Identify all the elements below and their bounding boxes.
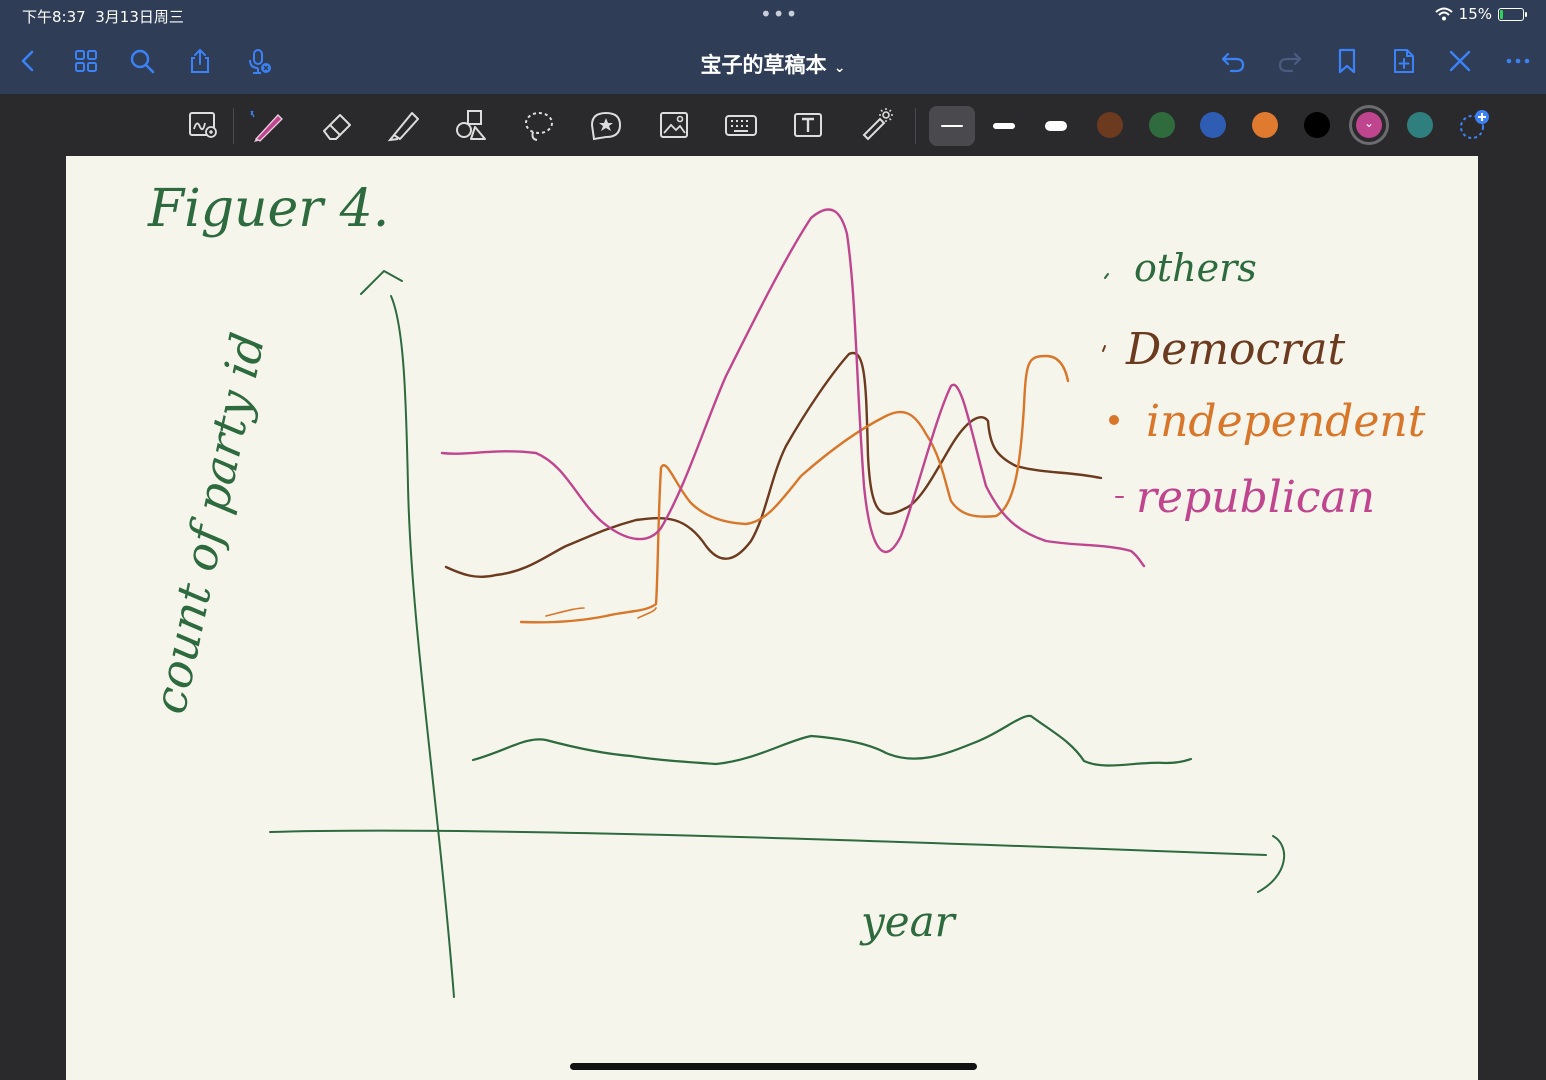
wifi-icon (1434, 7, 1453, 21)
notebook-page[interactable]: Figuer 4. count of party id year others … (66, 156, 1478, 1080)
y-axis-label: count of party id (142, 328, 275, 718)
stroke-width-medium[interactable] (981, 106, 1027, 146)
grid-icon[interactable] (70, 45, 102, 77)
color-swatch-orange[interactable] (1252, 112, 1278, 138)
chevron-down-icon[interactable]: ⌄ (834, 60, 846, 76)
more-icon[interactable] (1502, 45, 1534, 77)
color-swatch-green[interactable] (1149, 112, 1175, 138)
legend-bullet-democrat (1102, 345, 1106, 352)
keyboard-tool-icon[interactable] (721, 106, 761, 144)
legend-label-republican: republican (1136, 472, 1375, 523)
navigation-bar: 宝子的草稿本 ⌄ (0, 32, 1546, 94)
shapes-tool-icon[interactable] (451, 106, 491, 144)
eraser-tool-icon[interactable] (316, 106, 356, 144)
status-time: 下午8:37 3月13日周三 (22, 8, 184, 26)
y-axis-line (390, 295, 455, 998)
republican-ink-line (440, 208, 1146, 568)
lasso-tool-icon[interactable] (519, 106, 559, 144)
status-right: 15% (1434, 5, 1527, 23)
y-axis-arrowhead (360, 270, 403, 295)
color-swatch-black[interactable] (1304, 112, 1330, 138)
text-box-tool-icon[interactable] (788, 106, 828, 144)
highlighter-tool-icon[interactable] (384, 106, 424, 144)
zoom-window-icon[interactable] (183, 106, 223, 144)
color-swatch-teal[interactable] (1407, 112, 1433, 138)
stroke-width-thin[interactable] (929, 106, 975, 146)
independent-ink-line (519, 354, 1070, 624)
legend-bullet-others (1104, 273, 1109, 279)
canvas-title: Figuer 4. (147, 179, 389, 239)
x-axis-label: year (859, 897, 958, 946)
toolbar-divider (915, 108, 916, 144)
battery-percentage: 15% (1458, 5, 1492, 23)
color-swatch-blue[interactable] (1200, 112, 1226, 138)
democrat-ink-line (444, 351, 1103, 579)
laser-pointer-tool-icon[interactable] (856, 106, 896, 144)
legend-label-independent: independent (1146, 396, 1426, 447)
handwriting-canvas[interactable]: Figuer 4. count of party id year others … (66, 156, 1478, 1080)
stroke-width-thick[interactable] (1033, 106, 1079, 146)
sticker-tool-icon[interactable] (586, 106, 626, 144)
legend-label-democrat: Democrat (1125, 324, 1345, 375)
status-date: 3月13日周三 (95, 8, 184, 26)
battery-fill (1500, 9, 1504, 19)
color-swatch-brown[interactable] (1097, 112, 1123, 138)
x-axis-line (269, 829, 1267, 856)
others-ink-line (471, 714, 1193, 767)
drawing-toolbar: ⌄ (0, 94, 1546, 156)
share-icon[interactable] (184, 45, 216, 77)
legend-bullet-independent (1109, 415, 1119, 425)
undo-icon[interactable] (1217, 45, 1249, 77)
close-icon[interactable] (1444, 45, 1476, 77)
search-icon[interactable] (126, 45, 158, 77)
image-tool-icon[interactable] (654, 106, 694, 144)
bookmark-icon[interactable] (1331, 45, 1363, 77)
toolbar-divider (233, 108, 234, 144)
multitasking-dots-icon[interactable]: ••• (760, 2, 798, 26)
legend-label-others: others (1134, 246, 1257, 290)
home-indicator[interactable] (570, 1063, 977, 1070)
microphone-icon[interactable] (243, 45, 275, 77)
back-icon[interactable] (12, 45, 44, 77)
status-bar: 下午8:37 3月13日周三 ••• 15% (0, 0, 1546, 32)
add-color-icon[interactable] (1452, 106, 1492, 144)
battery-icon (1498, 7, 1527, 21)
chevron-down-icon: ⌄ (1363, 116, 1375, 130)
x-axis-arrowhead (1257, 835, 1286, 893)
add-page-icon[interactable] (1388, 45, 1420, 77)
pen-tool-icon[interactable] (246, 106, 286, 144)
redo-icon[interactable] (1274, 45, 1306, 77)
color-swatch-magenta[interactable]: ⌄ (1356, 112, 1382, 138)
document-title[interactable]: 宝子的草稿本 ⌄ (700, 53, 845, 77)
